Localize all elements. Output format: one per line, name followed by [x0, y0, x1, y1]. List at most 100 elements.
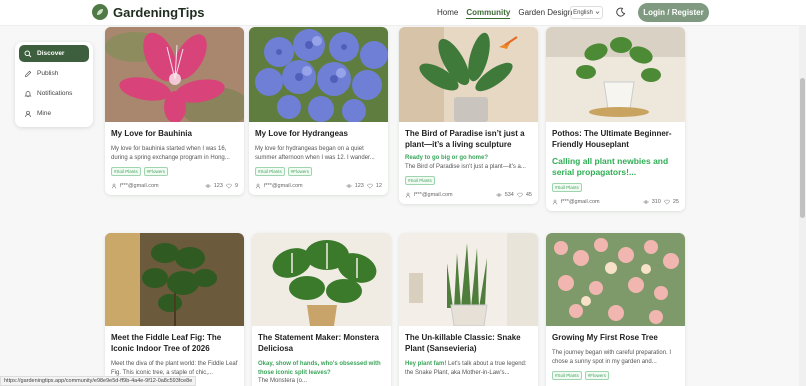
bird-of-paradise-image [399, 27, 538, 122]
heart-icon[interactable] [664, 199, 670, 205]
post-image [249, 27, 388, 122]
user-icon [25, 110, 31, 117]
post-card[interactable]: Growing My First Rose Tree The journey b… [546, 233, 685, 386]
user-icon [405, 192, 411, 198]
login-register-button[interactable]: Login / Register [638, 3, 709, 22]
sidebar-item-label: Notifications [37, 90, 73, 97]
sidebar-item-mine[interactable]: Mine [19, 105, 89, 122]
post-likes: 9 [234, 183, 238, 189]
sidebar-item-discover[interactable]: Discover [19, 45, 89, 62]
post-views: 123 [354, 183, 364, 189]
post-title: The Statement Maker: Monstera Deliciosa [258, 333, 379, 353]
post-tag[interactable]: #Soil Plants [552, 371, 582, 380]
post-tag[interactable]: #Soil Plants [111, 167, 141, 176]
main-nav: Home Community Garden Design [437, 8, 572, 19]
user-icon [552, 199, 558, 205]
post-tag[interactable]: #Soil Plants [255, 167, 285, 176]
bauhinia-flower-image [105, 27, 244, 122]
post-highlight: Ready to go big or go home? [405, 155, 488, 161]
post-author: f***@gmail.com [414, 192, 453, 198]
post-highlight: Okay, show of hands, who's obsessed with… [258, 361, 381, 376]
post-card[interactable]: The Bird of Paradise isn’t just a plant—… [399, 27, 538, 204]
post-card[interactable]: My Love for Hydrangeas My love for hydra… [249, 27, 388, 195]
post-tag[interactable]: #Soil Plants [552, 183, 582, 192]
post-views: 534 [504, 192, 514, 198]
post-tag[interactable]: #Flowers [287, 167, 313, 176]
post-image [105, 27, 244, 122]
post-views: 310 [651, 199, 661, 205]
post-card[interactable]: Meet the Fiddle Leaf Fig: The Iconic Ind… [105, 233, 244, 386]
snake-plant-image [399, 233, 538, 326]
post-image [546, 233, 685, 326]
language-select[interactable]: English [570, 6, 603, 19]
post-title: Meet the Fiddle Leaf Fig: The Iconic Ind… [111, 333, 222, 353]
post-card[interactable]: The Un-killable Classic: Snake Plant (Sa… [399, 233, 538, 386]
post-title: The Bird of Paradise isn’t just a plant—… [405, 129, 525, 149]
post-likes: 12 [375, 183, 382, 189]
sidebar: Discover Publish Notifications Mine [15, 42, 93, 127]
nav-community[interactable]: Community [466, 8, 511, 19]
post-title: Pothos: The Ultimate Beginner-Friendly H… [552, 129, 672, 149]
post-tag[interactable]: #Flowers [584, 371, 610, 380]
chevron-down-icon [595, 11, 600, 15]
post-tag[interactable]: #Soil Plants [405, 176, 435, 185]
post-author: f***@gmail.com [561, 199, 600, 205]
post-likes: 45 [525, 192, 532, 198]
heart-icon[interactable] [226, 183, 232, 189]
post-image [546, 27, 685, 122]
logo[interactable]: GardeningTips [92, 4, 205, 20]
post-author: f***@gmail.com [120, 183, 159, 189]
leaf-logo-icon [92, 4, 108, 20]
post-image [105, 233, 244, 326]
post-excerpt: My love for hydrangeas began on a quiet … [255, 146, 375, 161]
fiddle-leaf-fig-image [105, 233, 244, 326]
heart-icon[interactable] [367, 183, 373, 189]
post-views: 123 [213, 183, 223, 189]
post-excerpt: Meet the diva of the plant world: the Fi… [111, 361, 238, 376]
post-title: Growing My First Rose Tree [552, 333, 658, 342]
status-bar-url: https://gardeningtips.app/community/e98e… [0, 376, 197, 386]
heart-icon[interactable] [517, 192, 523, 198]
post-card[interactable]: Pothos: The Ultimate Beginner-Friendly H… [546, 27, 685, 211]
post-excerpt: The Monstera (o... [258, 378, 308, 384]
user-icon [255, 183, 261, 189]
eye-icon [204, 184, 211, 188]
eye-icon [345, 184, 352, 188]
post-highlight: Calling all plant newbies and serial pro… [552, 156, 669, 177]
pencil-icon [25, 70, 32, 77]
post-author: f***@gmail.com [264, 183, 303, 189]
nav-home[interactable]: Home [437, 8, 458, 19]
logo-text: GardeningTips [113, 4, 205, 20]
post-image [399, 27, 538, 122]
sidebar-item-label: Publish [37, 70, 59, 77]
hydrangea-flower-image [249, 27, 388, 122]
post-likes: 25 [672, 199, 679, 205]
post-title: My Love for Bauhinia [111, 129, 192, 138]
nav-garden-design[interactable]: Garden Design [518, 8, 572, 19]
eye-icon [495, 193, 502, 197]
post-highlight: Hey plant fam! [405, 361, 447, 367]
post-tag[interactable]: #Flowers [143, 167, 169, 176]
sidebar-item-publish[interactable]: Publish [19, 65, 89, 82]
post-image [399, 233, 538, 326]
top-header: GardeningTips Home Community Garden Desi… [0, 0, 806, 26]
search-icon [24, 50, 32, 57]
post-card[interactable]: The Statement Maker: Monstera Deliciosa … [252, 233, 391, 386]
sidebar-item-notifications[interactable]: Notifications [19, 85, 89, 102]
post-excerpt: My love for bauhinia started when I was … [111, 146, 230, 161]
monstera-plant-image [252, 233, 391, 326]
sidebar-item-label: Mine [37, 110, 52, 117]
page-scrollbar[interactable] [799, 26, 806, 386]
bell-icon [24, 90, 32, 97]
eye-icon [642, 200, 649, 204]
moon-icon[interactable] [616, 7, 626, 17]
post-title: My Love for Hydrangeas [255, 129, 348, 138]
post-excerpt: The journey began with careful preparati… [552, 350, 672, 365]
post-card[interactable]: My Love for Bauhinia My love for bauhini… [105, 27, 244, 195]
post-excerpt: The Bird of Paradise isn’t just a plant—… [405, 163, 526, 170]
user-icon [111, 183, 117, 189]
language-label: English [573, 9, 593, 16]
sidebar-item-label: Discover [37, 50, 65, 57]
scrollbar-thumb[interactable] [800, 78, 805, 218]
pothos-plant-image [546, 27, 685, 122]
